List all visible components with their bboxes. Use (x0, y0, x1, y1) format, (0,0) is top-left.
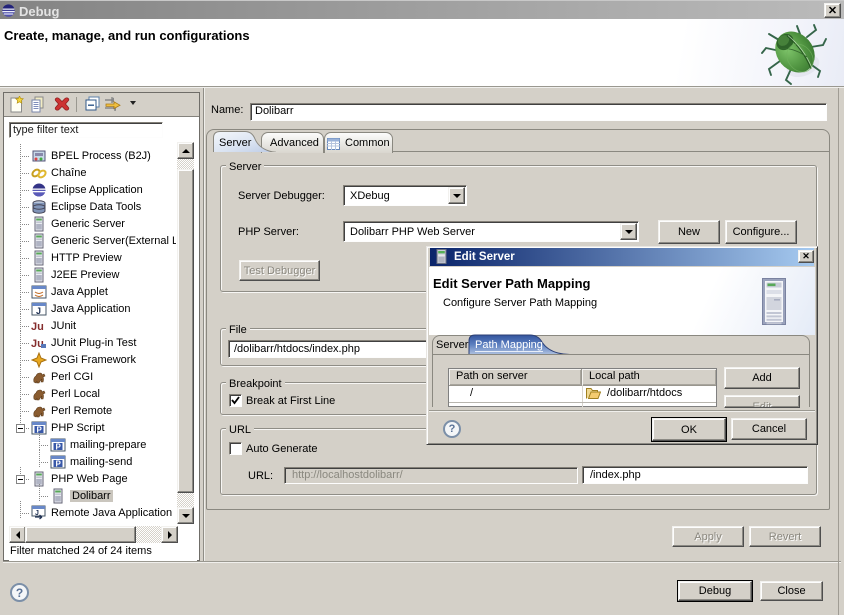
svg-text:J: J (35, 510, 39, 517)
svg-text:P: P (56, 460, 62, 469)
svg-text:Ju: Ju (31, 321, 44, 333)
svg-text:J: J (36, 306, 41, 316)
svg-text:P: P (56, 443, 62, 452)
